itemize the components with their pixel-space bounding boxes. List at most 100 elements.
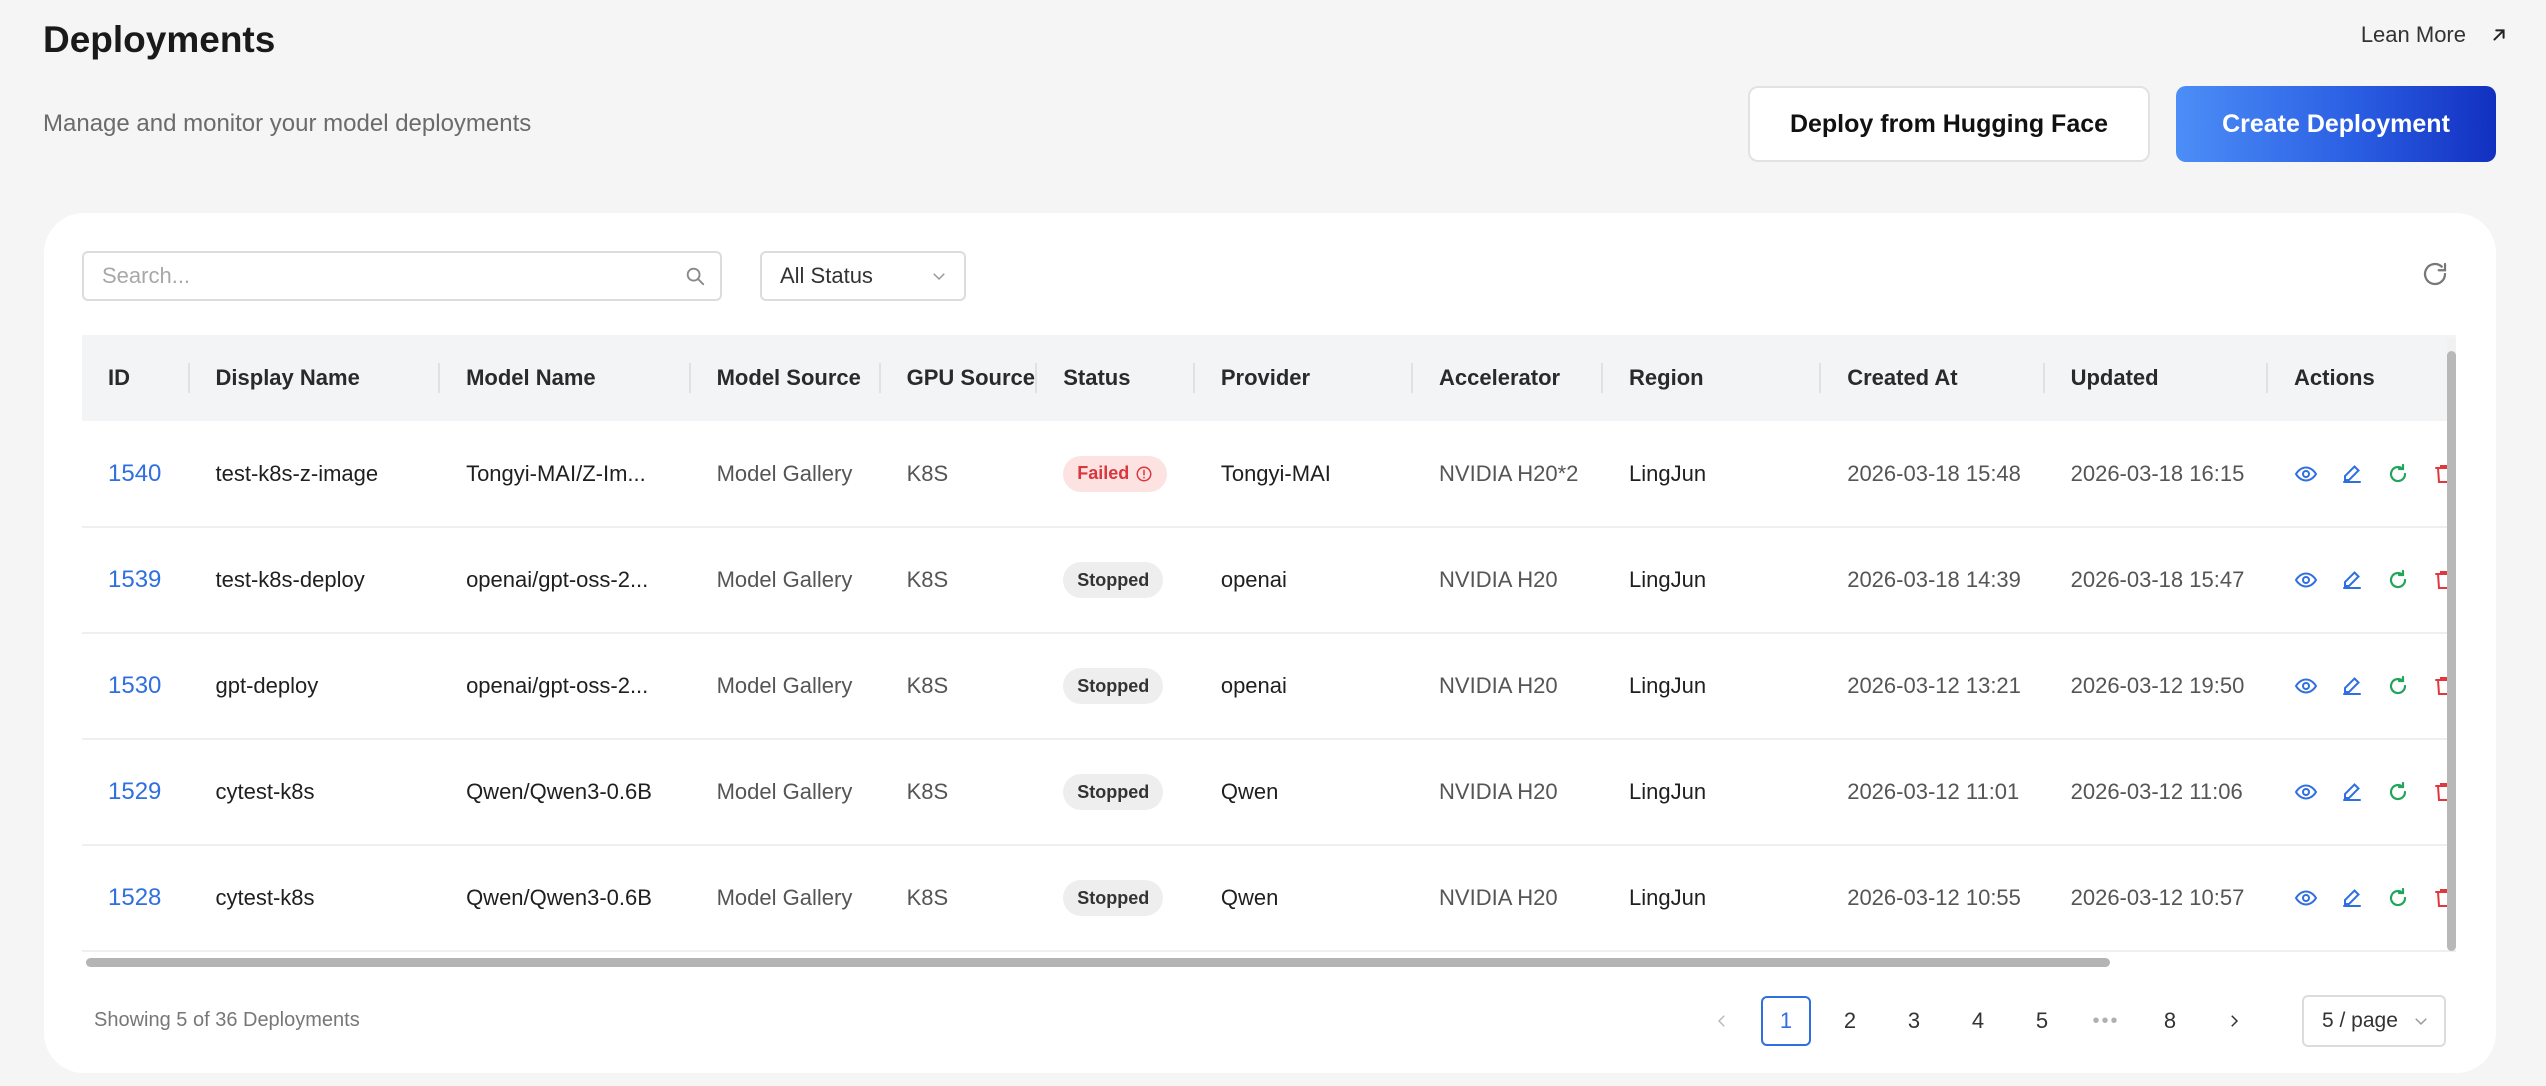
restart-icon[interactable]: [2386, 674, 2410, 698]
status-cell: Stopped: [1037, 527, 1195, 633]
display-name-cell: gpt-deploy: [215, 673, 319, 698]
column-header-created-at[interactable]: Created At: [1821, 335, 2046, 421]
actions-cell: [2268, 527, 2456, 633]
view-icon[interactable]: [2294, 674, 2318, 698]
model-name-cell: openai/gpt-oss-2...: [466, 567, 649, 592]
restart-icon[interactable]: [2386, 462, 2410, 486]
table-header-row: ID Display Name Model Name Model Source …: [82, 335, 2456, 421]
model-name-cell: Qwen/Qwen3-0.6B: [466, 779, 652, 804]
horizontal-scrollbar-thumb[interactable]: [86, 958, 2110, 967]
model-source-cell: Model Gallery: [716, 567, 853, 592]
page-button-2[interactable]: 2: [1825, 996, 1875, 1046]
status-badge: Stopped: [1063, 668, 1164, 704]
search-box[interactable]: [82, 251, 722, 301]
view-icon[interactable]: [2294, 886, 2318, 910]
restart-icon[interactable]: [2386, 568, 2410, 592]
column-header-provider[interactable]: Provider: [1195, 335, 1414, 421]
status-cell: Stopped: [1037, 633, 1195, 739]
column-header-id[interactable]: ID: [82, 335, 190, 421]
deployment-id-link[interactable]: 1539: [82, 527, 190, 633]
updated-cell: 2026-03-12 10:57: [2070, 885, 2245, 910]
deploy-from-hugging-face-button[interactable]: Deploy from Hugging Face: [1748, 86, 2150, 162]
page-subtitle: Manage and monitor your model deployment…: [43, 110, 532, 137]
column-header-status[interactable]: Status: [1037, 335, 1195, 421]
deployments-count: Showing 5 of 36 Deployments: [94, 1009, 360, 1031]
edit-icon[interactable]: [2340, 674, 2364, 698]
page-size-value: 5 / page: [2322, 1009, 2398, 1032]
search-icon[interactable]: [684, 265, 706, 287]
restart-icon[interactable]: [2386, 780, 2410, 804]
chevron-down-icon: [2415, 1018, 2427, 1026]
page-ellipsis[interactable]: •••: [2081, 996, 2131, 1046]
vertical-scrollbar-thumb[interactable]: [2447, 351, 2456, 951]
gpu-source-cell: K8S: [906, 460, 949, 486]
page-button-8[interactable]: 8: [2145, 996, 2195, 1046]
model-name-cell: Qwen/Qwen3-0.6B: [466, 885, 652, 910]
accelerator-cell: NVIDIA H20: [1439, 779, 1558, 804]
edit-icon[interactable]: [2340, 568, 2364, 592]
deployments-table-container: ID Display Name Model Name Model Source …: [82, 335, 2456, 955]
edit-icon[interactable]: [2340, 886, 2364, 910]
table-row: 1539 test-k8s-deploy openai/gpt-oss-2...…: [82, 527, 2456, 633]
actions-cell: [2268, 633, 2456, 739]
updated-cell: 2026-03-18 16:15: [2070, 460, 2245, 486]
column-header-model-name[interactable]: Model Name: [440, 335, 691, 421]
accelerator-cell: NVIDIA H20: [1439, 673, 1558, 698]
column-header-region[interactable]: Region: [1603, 335, 1822, 421]
provider-cell: Qwen: [1220, 779, 1279, 804]
gpu-source-cell: K8S: [906, 567, 949, 592]
display-name-cell: cytest-k8s: [215, 885, 315, 910]
column-header-model-source[interactable]: Model Source: [691, 335, 881, 421]
external-arrow-icon: [2493, 29, 2505, 41]
model-source-cell: Model Gallery: [716, 460, 853, 486]
table-row: 1540 test-k8s-z-image Tongyi-MAI/Z-Im...…: [82, 421, 2456, 527]
view-icon[interactable]: [2294, 568, 2318, 592]
refresh-icon[interactable]: [2420, 259, 2450, 289]
updated-cell: 2026-03-12 11:06: [2070, 779, 2243, 804]
deployment-id-link[interactable]: 1540: [82, 421, 190, 527]
column-header-gpu-source[interactable]: GPU Source: [881, 335, 1038, 421]
learn-more-link[interactable]: Lean More: [2361, 22, 2510, 48]
status-badge-label: Failed: [1077, 463, 1130, 483]
previous-page-button[interactable]: [1697, 996, 1747, 1046]
status-filter-value: All Status: [780, 263, 873, 288]
model-name-cell: openai/gpt-oss-2...: [466, 673, 649, 698]
accelerator-cell: NVIDIA H20: [1439, 567, 1558, 592]
edit-icon[interactable]: [2340, 462, 2364, 486]
restart-icon[interactable]: [2386, 886, 2410, 910]
column-header-accelerator[interactable]: Accelerator: [1413, 335, 1604, 421]
view-icon[interactable]: [2294, 780, 2318, 804]
page-button-4[interactable]: 4: [1953, 996, 2003, 1046]
model-source-cell: Model Gallery: [716, 885, 853, 910]
page-button-3[interactable]: 3: [1889, 996, 1939, 1046]
gpu-source-cell: K8S: [906, 673, 949, 698]
search-input[interactable]: [102, 263, 684, 289]
page-size-select[interactable]: 5 / page: [2302, 995, 2446, 1047]
deployment-id-link[interactable]: 1529: [82, 739, 190, 845]
table-row: 1528 cytest-k8s Qwen/Qwen3-0.6B Model Ga…: [82, 845, 2456, 951]
status-badge: Stopped: [1063, 880, 1164, 916]
vertical-scrollbar[interactable]: [2447, 337, 2456, 951]
column-header-display-name[interactable]: Display Name: [190, 335, 441, 421]
model-source-cell: Model Gallery: [716, 779, 853, 804]
chevron-left-icon: [1717, 1015, 1725, 1027]
status-badge[interactable]: Failed: [1063, 455, 1168, 492]
create-deployment-button[interactable]: Create Deployment: [2176, 86, 2496, 162]
deployment-id-link[interactable]: 1528: [82, 845, 190, 951]
horizontal-scrollbar[interactable]: [86, 958, 2456, 967]
accelerator-cell: NVIDIA H20: [1439, 885, 1558, 910]
status-filter-select[interactable]: All Status: [760, 251, 966, 301]
next-page-button[interactable]: [2209, 996, 2259, 1046]
region-cell: LingJun: [1629, 460, 1707, 486]
region-cell: LingJun: [1629, 673, 1707, 698]
view-icon[interactable]: [2294, 462, 2318, 486]
info-icon[interactable]: [1135, 465, 1153, 483]
actions-cell: [2268, 421, 2456, 527]
deployment-id-link[interactable]: 1530: [82, 633, 190, 739]
page-button-5[interactable]: 5: [2017, 996, 2067, 1046]
model-name-cell: Tongyi-MAI/Z-Im...: [466, 460, 646, 486]
status-badge: Stopped: [1063, 774, 1164, 810]
column-header-updated[interactable]: Updated: [2045, 335, 2269, 421]
page-button-1[interactable]: 1: [1761, 996, 1811, 1046]
edit-icon[interactable]: [2340, 780, 2364, 804]
